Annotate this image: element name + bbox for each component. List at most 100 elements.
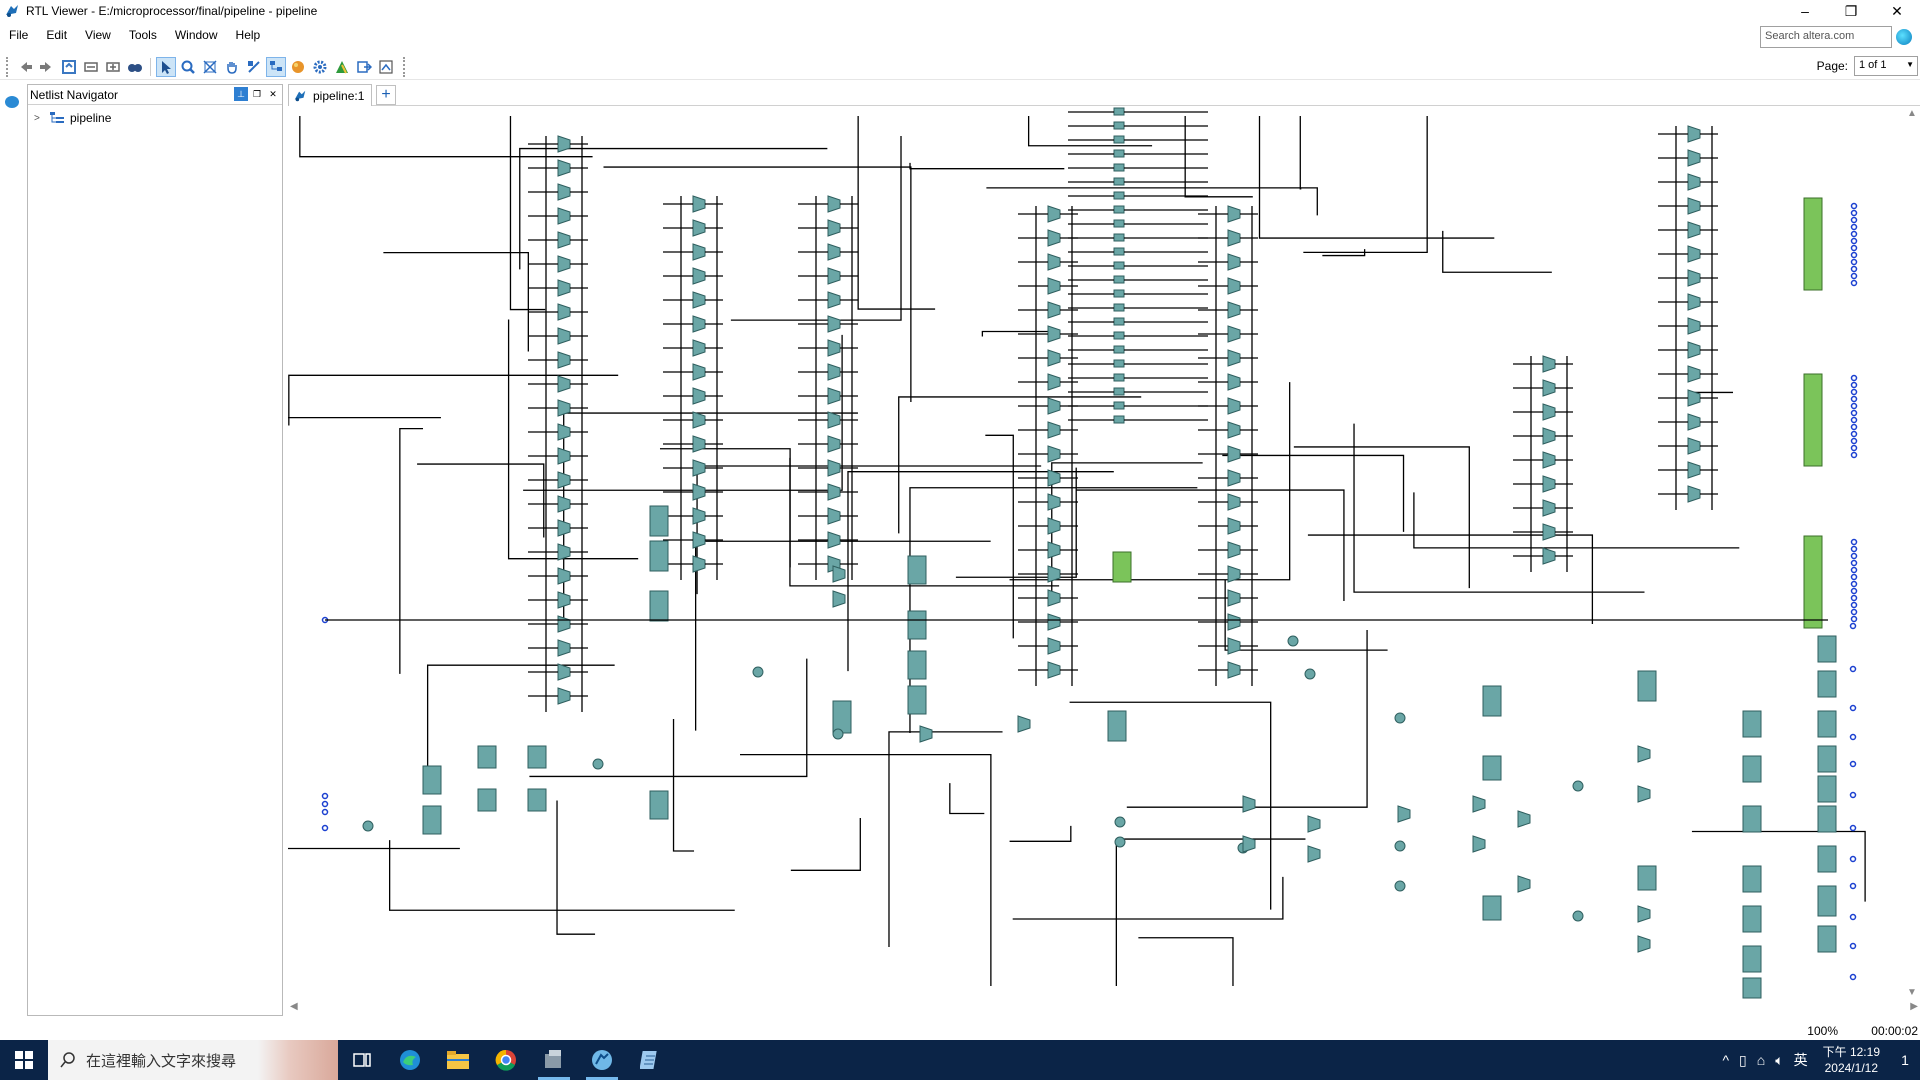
toolbar-grip-end[interactable] xyxy=(403,56,407,77)
schematic-decoder xyxy=(1803,373,1823,467)
quartus-app-icon[interactable] xyxy=(530,1040,578,1080)
zoom-icon[interactable] xyxy=(178,57,198,77)
schematic-port xyxy=(1850,409,1858,417)
tray-expand-icon[interactable]: ^ xyxy=(1722,1052,1729,1068)
hand-icon[interactable] xyxy=(222,57,242,77)
network-icon[interactable]: ⌂ xyxy=(1757,1052,1765,1068)
task-view-icon[interactable] xyxy=(338,1040,386,1080)
add-tab-button[interactable]: + xyxy=(376,85,396,105)
notepad-icon[interactable] xyxy=(626,1040,674,1080)
schematic-register xyxy=(907,610,927,640)
clock[interactable]: 下午 12:19 2024/1/12 xyxy=(1823,1044,1880,1076)
schematic-port xyxy=(1850,402,1858,410)
menu-file[interactable]: File xyxy=(0,28,37,42)
horizontal-scrollbar[interactable]: ◀ ▶ xyxy=(288,1000,1920,1016)
rtl-viewer-task-icon[interactable] xyxy=(578,1040,626,1080)
chat-icon[interactable] xyxy=(5,96,19,108)
pin-icon[interactable]: ⊥ xyxy=(234,87,248,101)
schematic-mux xyxy=(557,639,571,657)
schematic-mux xyxy=(1542,403,1556,421)
chrome-icon[interactable] xyxy=(482,1040,530,1080)
color-icon[interactable] xyxy=(288,57,308,77)
schematic-port xyxy=(1850,451,1858,459)
menu-edit[interactable]: Edit xyxy=(37,28,76,42)
restore-button[interactable]: ❐ xyxy=(1828,0,1874,22)
zoom-level: 100% xyxy=(1807,1024,1838,1038)
schematic-mux xyxy=(1687,317,1701,335)
export-icon[interactable] xyxy=(354,57,374,77)
schematic-register xyxy=(1113,387,1125,396)
schematic-port xyxy=(1850,437,1858,445)
volume-icon[interactable]: 🔈︎ xyxy=(1775,1052,1783,1069)
hierarchy-icon[interactable] xyxy=(266,56,286,77)
close-panel-icon[interactable]: ✕ xyxy=(266,87,280,101)
schematic-port xyxy=(1849,882,1857,890)
float-icon[interactable]: ❐ xyxy=(250,87,264,101)
graph-icon[interactable] xyxy=(332,57,352,77)
notification-icon[interactable]: 1 xyxy=(1890,1045,1920,1075)
select-icon[interactable] xyxy=(156,56,176,77)
schematic-mux xyxy=(1227,301,1241,319)
schematic-mux xyxy=(1047,325,1061,343)
fit-icon[interactable] xyxy=(200,57,220,77)
filter-icon[interactable] xyxy=(376,57,396,77)
schematic-register xyxy=(477,745,497,769)
windows-icon[interactable] xyxy=(0,1040,48,1080)
search-input[interactable]: Search altera.com xyxy=(1760,26,1892,48)
settings-icon[interactable] xyxy=(310,57,330,77)
schematic-register xyxy=(1113,345,1125,354)
menu-tools[interactable]: Tools xyxy=(120,28,166,42)
schematic-mux xyxy=(1307,815,1321,833)
menu-window[interactable]: Window xyxy=(166,28,227,42)
schematic-register xyxy=(422,805,442,835)
scroll-down-icon[interactable]: ▼ xyxy=(1907,987,1917,998)
menu-help[interactable]: Help xyxy=(227,28,270,42)
expand-icon[interactable] xyxy=(103,57,123,77)
battery-icon[interactable]: ▯ xyxy=(1739,1052,1747,1069)
collapse-icon[interactable] xyxy=(81,57,101,77)
schematic-wire xyxy=(696,465,1042,595)
find-icon[interactable] xyxy=(125,57,145,77)
schematic-mux xyxy=(1687,485,1701,503)
scroll-left-icon[interactable]: ◀ xyxy=(290,1001,298,1012)
schematic-register xyxy=(907,555,927,585)
schematic-port xyxy=(1850,374,1858,382)
tab-pipeline[interactable]: pipeline:1 xyxy=(288,84,372,106)
net-icon[interactable] xyxy=(244,57,264,77)
refresh-icon[interactable] xyxy=(59,57,79,77)
scroll-up-icon[interactable]: ▲ xyxy=(1907,108,1917,119)
schematic-mux xyxy=(1242,795,1256,813)
rtl-viewer-icon xyxy=(6,5,18,17)
page-select[interactable]: 1 of 1 xyxy=(1854,56,1918,76)
schematic-mux xyxy=(1227,397,1241,415)
schematic-mux xyxy=(827,363,841,381)
schematic-mux xyxy=(1687,149,1701,167)
globe-icon[interactable] xyxy=(1896,29,1912,45)
scroll-right-icon[interactable]: ▶ xyxy=(1910,1001,1918,1012)
toolbar-grip[interactable] xyxy=(6,56,10,77)
schematic-mux xyxy=(1687,269,1701,287)
elapsed-time: 00:00:02 xyxy=(1871,1024,1918,1038)
menu-view[interactable]: View xyxy=(76,28,120,42)
schematic-gate xyxy=(752,666,764,678)
file-explorer-icon[interactable] xyxy=(434,1040,482,1080)
schematic-mux xyxy=(557,543,571,561)
schematic-canvas[interactable] xyxy=(288,106,1904,1000)
minimize-button[interactable]: – xyxy=(1782,0,1828,22)
forward-icon[interactable] xyxy=(37,57,57,77)
close-button[interactable]: ✕ xyxy=(1874,0,1920,22)
schematic-mux xyxy=(557,423,571,441)
vertical-scrollbar[interactable]: ▲ ▼ xyxy=(1904,106,1920,1000)
schematic-mux xyxy=(557,447,571,465)
taskbar-search[interactable]: 在這裡輸入文字來搜尋 xyxy=(48,1040,338,1080)
edge-icon[interactable] xyxy=(386,1040,434,1080)
tree-expand-icon[interactable]: > xyxy=(34,113,46,124)
tree-item-pipeline[interactable]: > pipeline xyxy=(34,111,111,125)
ime-indicator[interactable]: 英 xyxy=(1794,1050,1808,1070)
schematic-mux xyxy=(1227,349,1241,367)
back-icon[interactable] xyxy=(15,57,35,77)
schematic-register xyxy=(1113,247,1125,256)
schematic-mux xyxy=(1687,437,1701,455)
schematic-register xyxy=(1817,745,1837,773)
rtl-schematic[interactable] xyxy=(288,106,1904,1000)
